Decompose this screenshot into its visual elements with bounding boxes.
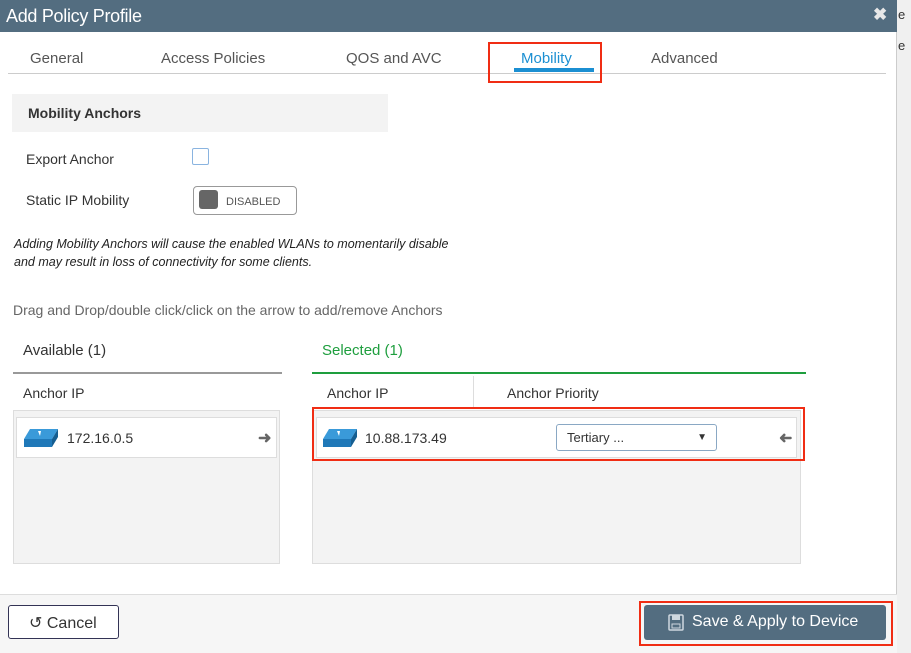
background-page: e e bbox=[897, 0, 911, 653]
cancel-button[interactable]: ↺ Cancel bbox=[8, 605, 119, 639]
switch-icon bbox=[24, 429, 58, 447]
tab-access-policies[interactable]: Access Policies bbox=[161, 50, 265, 67]
available-underline bbox=[13, 372, 282, 374]
selected-col-anchor-ip: Anchor IP bbox=[327, 385, 389, 401]
available-title: Available (1) bbox=[23, 342, 107, 359]
arrow-right-icon[interactable]: ➜ bbox=[258, 428, 271, 448]
anchor-ip: 172.16.0.5 bbox=[67, 430, 134, 446]
cancel-label: Cancel bbox=[46, 615, 97, 632]
tab-advanced[interactable]: Advanced bbox=[651, 50, 718, 67]
static-ip-mobility-toggle[interactable]: DISABLED bbox=[193, 186, 297, 215]
highlight-box bbox=[312, 407, 805, 461]
available-col-anchor-ip: Anchor IP bbox=[23, 385, 85, 401]
dialog-title: Add Policy Profile bbox=[6, 6, 142, 26]
selected-underline bbox=[312, 372, 806, 374]
toggle-state: DISABLED bbox=[226, 196, 281, 208]
add-policy-profile-dialog: Add Policy Profile ✖ General Access Poli… bbox=[0, 0, 897, 653]
drag-drop-hint: Drag and Drop/double click/click on the … bbox=[13, 302, 443, 318]
tab-divider bbox=[8, 73, 886, 74]
tab-general[interactable]: General bbox=[30, 50, 83, 67]
list-item[interactable]: 172.16.0.5 ➜ bbox=[16, 417, 277, 458]
selected-col-anchor-priority: Anchor Priority bbox=[507, 385, 599, 401]
export-anchor-label: Export Anchor bbox=[26, 151, 114, 167]
warning-text: Adding Mobility Anchors will cause the e… bbox=[14, 237, 449, 269]
background-text: e bbox=[898, 7, 906, 22]
tab-qos-avc[interactable]: QOS and AVC bbox=[346, 50, 442, 67]
highlight-box bbox=[639, 601, 893, 646]
dialog-titlebar: Add Policy Profile ✖ bbox=[0, 0, 897, 32]
section-header: Mobility Anchors bbox=[12, 94, 388, 132]
toggle-knob bbox=[199, 190, 218, 209]
close-icon[interactable]: ✖ bbox=[873, 5, 887, 25]
highlight-box bbox=[488, 42, 602, 83]
export-anchor-checkbox[interactable] bbox=[192, 148, 209, 165]
undo-icon: ↺ bbox=[29, 615, 43, 632]
selected-title: Selected (1) bbox=[322, 342, 403, 359]
background-text: e bbox=[898, 38, 906, 53]
static-ip-mobility-label: Static IP Mobility bbox=[26, 192, 130, 208]
column-divider bbox=[473, 376, 474, 408]
